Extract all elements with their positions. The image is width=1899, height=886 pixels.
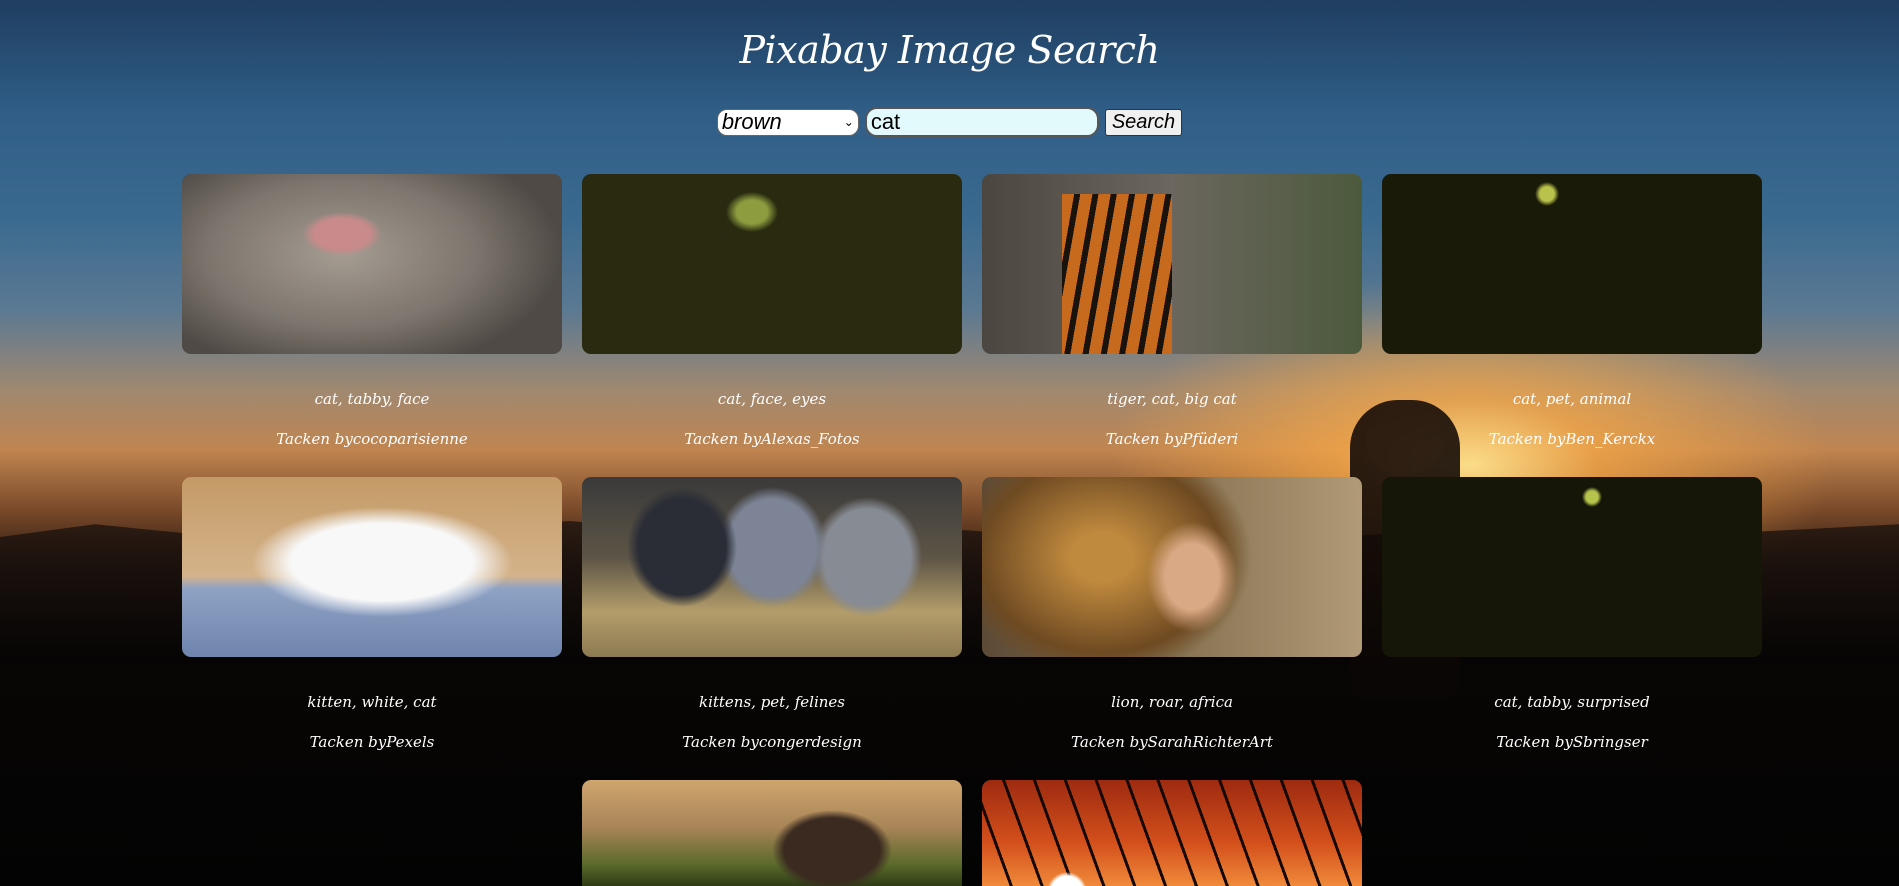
result-image-white-kitten[interactable]: [182, 477, 562, 657]
result-tags: cat, pet, animal: [1512, 390, 1632, 408]
result-image-cat-face[interactable]: [182, 174, 562, 354]
search-input[interactable]: [864, 107, 1099, 137]
result-credit: Tacken bycongerdesign: [682, 733, 862, 751]
result-card[interactable]: cat, tabby, face Tacken bycocoparisienne: [182, 174, 562, 448]
result-card[interactable]: [982, 780, 1362, 886]
result-image-cats-grass[interactable]: [582, 780, 962, 886]
result-credit: Tacken byAlexas_Fotos: [684, 430, 860, 448]
result-tags: kittens, pet, felines: [698, 693, 845, 711]
page-title: Pixabay Image Search: [739, 28, 1160, 72]
result-card[interactable]: tiger, cat, big cat Tacken byPfüderi: [982, 174, 1362, 448]
result-tags: cat, tabby, face: [314, 390, 430, 408]
result-tags: cat, tabby, surprised: [1494, 693, 1650, 711]
result-image-tabby-surprised[interactable]: [1382, 477, 1762, 657]
result-tags: kitten, white, cat: [307, 693, 437, 711]
result-tags: tiger, cat, big cat: [1107, 390, 1237, 408]
result-credit: Tacken bySarahRichterArt: [1071, 733, 1273, 751]
result-image-tiger[interactable]: [982, 174, 1362, 354]
result-image-cat-portrait[interactable]: [1382, 174, 1762, 354]
result-image-sunset-tree[interactable]: [982, 780, 1362, 886]
color-select[interactable]: brown ⌄: [716, 108, 859, 136]
result-credit: Tacken bySbringser: [1496, 733, 1648, 751]
result-image-lion-girl[interactable]: [982, 477, 1362, 657]
result-credit: Tacken byPfüderi: [1105, 430, 1239, 448]
result-card[interactable]: cat, face, eyes Tacken byAlexas_Fotos: [582, 174, 962, 448]
result-card[interactable]: kitten, white, cat Tacken byPexels: [182, 477, 562, 751]
result-card[interactable]: cat, tabby, surprised Tacken bySbringser: [1382, 477, 1762, 751]
result-card[interactable]: lion, roar, africa Tacken bySarahRichter…: [982, 477, 1362, 751]
color-select-value: brown: [721, 109, 782, 134]
result-tags: lion, roar, africa: [1111, 693, 1233, 711]
result-tags: cat, face, eyes: [717, 390, 827, 408]
result-image-cat-eye[interactable]: [582, 174, 962, 354]
result-card[interactable]: cat, pet, animal Tacken byBen_Kerckx: [1382, 174, 1762, 448]
result-credit: Tacken byPexels: [309, 733, 435, 751]
search-bar: brown ⌄ Search: [0, 107, 1899, 137]
search-button[interactable]: Search: [1104, 108, 1183, 136]
result-card[interactable]: [582, 780, 962, 886]
result-card[interactable]: kittens, pet, felines Tacken bycongerdes…: [582, 477, 962, 751]
result-image-kittens[interactable]: [582, 477, 962, 657]
chevron-down-icon: ⌄: [843, 115, 854, 129]
result-credit: Tacken byBen_Kerckx: [1488, 430, 1656, 448]
result-credit: Tacken bycocoparisienne: [276, 430, 468, 448]
